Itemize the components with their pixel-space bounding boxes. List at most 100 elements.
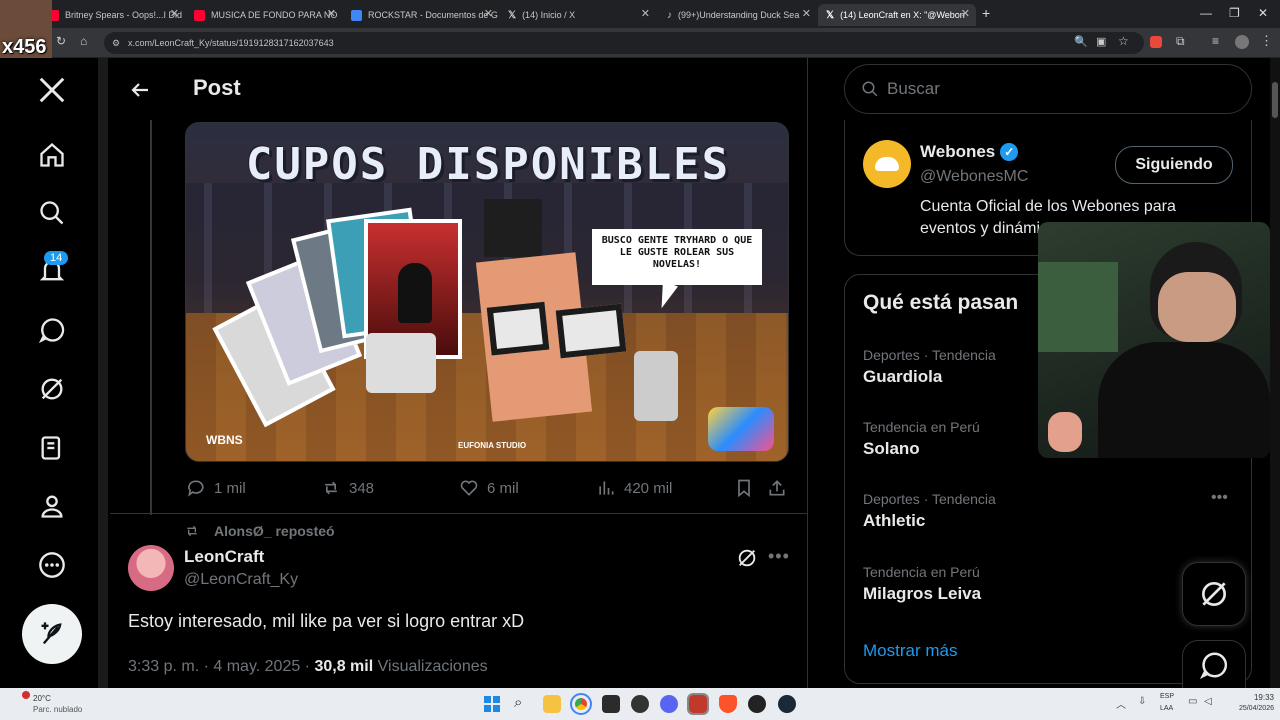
clock-time[interactable]: 19:33: [1224, 693, 1274, 702]
close-icon[interactable]: ✕: [484, 7, 493, 20]
main-column: Post CUPOS DISPONIBLES BUSCO GENTE TRYHA…: [110, 58, 808, 688]
network-icon[interactable]: ▭: [1188, 696, 1197, 707]
post-image[interactable]: CUPOS DISPONIBLES BUSCO GENTE TRYHARD O …: [185, 122, 789, 462]
webcam-overlay: [1038, 222, 1270, 458]
close-icon[interactable]: ✕: [327, 7, 336, 20]
author-handle[interactable]: @LeonCraft_Ky: [184, 571, 298, 589]
reload-icon[interactable]: ↻: [56, 34, 66, 48]
views-count: 30,8 mil: [314, 658, 374, 675]
tab-britney[interactable]: Britney Spears - Oops!...I Did It ✕: [40, 4, 185, 26]
language-indicator[interactable]: ESP: [1160, 693, 1174, 700]
install-icon[interactable]: ▣: [1096, 35, 1106, 48]
maximize-button[interactable]: ❐: [1229, 6, 1240, 20]
author-name[interactable]: LeonCraft: [184, 547, 264, 567]
trend-item[interactable]: Deportes · Tendencia Guardiola: [863, 347, 996, 387]
page-scrollbar[interactable]: [1270, 58, 1280, 688]
taskbar-search-icon[interactable]: ⌕: [514, 694, 522, 711]
share-button[interactable]: [767, 478, 787, 503]
browser-menu-icon[interactable]: ⋮: [1260, 33, 1273, 49]
trend-category: Deportes · Tendencia: [863, 491, 996, 507]
new-tab-button[interactable]: +: [982, 5, 990, 21]
webones-logo-icon: [875, 157, 899, 171]
bookmark-star-icon[interactable]: ☆: [1118, 34, 1129, 48]
windows-start-icon[interactable]: [484, 696, 500, 712]
file-explorer-icon[interactable]: [543, 695, 561, 713]
volume-icon[interactable]: ◁: [1204, 696, 1212, 707]
search-icon: [862, 81, 878, 97]
tab-label: (99+)Understanding Duck Sea: [678, 10, 800, 20]
trend-more-icon[interactable]: •••: [1211, 489, 1228, 507]
tab-musica[interactable]: MUSICA DE FONDO PARA NO ✕: [186, 4, 342, 26]
site-info-icon[interactable]: ⚙: [112, 32, 120, 54]
tab-inicio[interactable]: 𝕏 (14) Inicio / X ✕: [500, 4, 656, 26]
reply-button[interactable]: 1 mil: [186, 478, 246, 498]
close-icon[interactable]: ✕: [170, 7, 179, 20]
explore-search-icon[interactable]: [36, 197, 68, 229]
epic-icon[interactable]: [748, 695, 766, 713]
tray-usb-icon[interactable]: ⇩: [1138, 696, 1146, 707]
window-close-button[interactable]: ✕: [1258, 6, 1268, 20]
scroll-track[interactable]: [98, 58, 108, 688]
profile-person-icon[interactable]: [36, 490, 68, 522]
more-options-icon[interactable]: [36, 549, 68, 581]
tab-label: MUSICA DE FONDO PARA NO: [211, 10, 338, 20]
home-icon[interactable]: ⌂: [80, 34, 87, 48]
x-logo-icon[interactable]: [36, 74, 68, 106]
lists-icon[interactable]: [36, 432, 68, 464]
following-button[interactable]: Siguiendo: [1115, 146, 1233, 184]
profile-name-row[interactable]: Webones ✓: [920, 142, 1019, 162]
messages-bubble-icon[interactable]: [36, 314, 68, 346]
trend-item[interactable]: Tendencia en Perú Milagros Leiva: [863, 564, 981, 604]
brave-icon[interactable]: [719, 695, 737, 713]
close-icon[interactable]: ✕: [641, 7, 650, 20]
profile-handle[interactable]: @WebonesMC: [920, 168, 1028, 186]
trend-item[interactable]: Tendencia en Perú Solano: [863, 419, 980, 459]
compose-post-button[interactable]: [22, 604, 82, 664]
tab-duck[interactable]: ♪ (99+)Understanding Duck Sea ✕: [659, 4, 817, 26]
scrollbar-thumb[interactable]: [1272, 82, 1278, 118]
obs-icon[interactable]: [631, 695, 649, 713]
views-button[interactable]: 420 mil: [596, 478, 672, 498]
show-more-link[interactable]: Mostrar más: [863, 641, 957, 661]
author-avatar[interactable]: [128, 545, 174, 591]
extensions-puzzle-icon[interactable]: ⧉: [1176, 34, 1185, 49]
terminal-icon[interactable]: [687, 693, 709, 715]
extension-icon[interactable]: [1150, 36, 1162, 48]
media-icon[interactable]: ≡: [1212, 34, 1219, 48]
home-icon[interactable]: [36, 139, 68, 171]
tab-label: Britney Spears - Oops!...I Did It: [65, 10, 185, 20]
close-icon[interactable]: ✕: [961, 7, 970, 20]
zoom-icon[interactable]: 🔍: [1074, 35, 1088, 48]
language-indicator-sub: LAA: [1160, 705, 1174, 712]
tab-label: ROCKSTAR - Documentos de G: [368, 10, 498, 20]
minimize-button[interactable]: —: [1200, 6, 1212, 20]
search-input[interactable]: Buscar: [844, 64, 1252, 114]
grok-icon[interactable]: [736, 547, 758, 574]
tray-chevron-icon[interactable]: ︿: [1116, 696, 1126, 711]
webones-avatar[interactable]: [863, 140, 911, 188]
chrome-icon[interactable]: [570, 693, 592, 715]
tab-leoncraft[interactable]: 𝕏 (14) LeonCraft en X: "@Webon ✕: [818, 4, 976, 26]
tab-rockstar[interactable]: ROCKSTAR - Documentos de G ✕: [343, 4, 499, 26]
grok-floating-button[interactable]: [1182, 562, 1246, 626]
image-glasses: [486, 301, 550, 356]
repost-button[interactable]: 348: [321, 478, 374, 498]
close-icon[interactable]: ✕: [802, 7, 811, 20]
grok-icon: [1202, 582, 1226, 606]
messages-floating-button[interactable]: [1182, 640, 1246, 688]
image-hat: [484, 199, 542, 257]
url-bar[interactable]: ⚙ x.com/LeonCraft_Ky/status/191912831716…: [104, 32, 1144, 54]
bookmark-button[interactable]: [734, 478, 754, 503]
app-icon[interactable]: [602, 695, 620, 713]
like-button[interactable]: 6 mil: [459, 478, 519, 498]
back-arrow-icon[interactable]: [128, 78, 152, 107]
trend-name: Milagros Leiva: [863, 584, 982, 603]
steam-icon[interactable]: [778, 695, 796, 713]
more-dots-icon[interactable]: •••: [768, 546, 790, 567]
heart-icon: [460, 480, 478, 496]
trend-item[interactable]: Deportes · Tendencia Athletic: [863, 491, 996, 531]
profile-avatar[interactable]: [1235, 35, 1249, 49]
grok-icon[interactable]: [36, 373, 68, 405]
discord-icon[interactable]: [660, 695, 678, 713]
post-time[interactable]: 3:33 p. m. · 4 may. 2025 ·: [128, 658, 310, 675]
